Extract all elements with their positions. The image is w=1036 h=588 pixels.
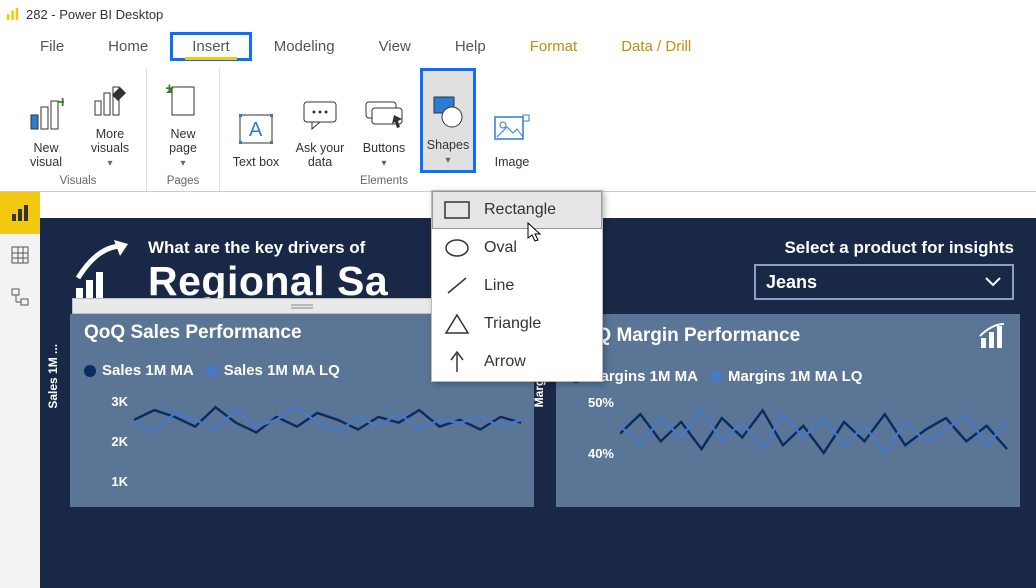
new-page-icon: + xyxy=(166,83,200,119)
label: Text box xyxy=(233,155,280,169)
line-icon xyxy=(444,275,470,297)
triangle-icon xyxy=(444,313,470,335)
chevron-down-icon: ▾ xyxy=(107,159,112,169)
chevron-down-icon: ▾ xyxy=(445,156,450,166)
menu-bar: File Home Insert Modeling View Help Form… xyxy=(0,28,1036,64)
image-button[interactable]: Image xyxy=(484,68,540,173)
text-box-button[interactable]: A Text box xyxy=(228,68,284,173)
menu-modeling[interactable]: Modeling xyxy=(252,32,357,61)
new-visual-button[interactable]: + New visual xyxy=(18,68,74,173)
window-title: 282 - Power BI Desktop xyxy=(26,7,163,22)
menu-insert[interactable]: Insert xyxy=(170,32,252,61)
arrow-chart-icon xyxy=(70,238,134,306)
chevron-down-icon: ▾ xyxy=(381,159,386,169)
ribbon-group-visuals: + New visual More visuals ▾ Visuals xyxy=(10,68,147,191)
grip-icon xyxy=(291,303,313,309)
chart-area: Sales 1M ... 3K2K1K xyxy=(70,381,534,501)
menu-view[interactable]: View xyxy=(357,32,433,61)
menu-format[interactable]: Format xyxy=(508,32,600,61)
ribbon: + New visual More visuals ▾ Visuals + Ne… xyxy=(0,64,1036,192)
bar-chart-icon xyxy=(10,203,30,223)
dropdown-value: Jeans xyxy=(766,272,817,293)
y-ticks: 50%40% xyxy=(582,387,614,507)
card-title: QoQ Sales Performance xyxy=(84,322,302,344)
y-axis-label: Sales 1M ... xyxy=(46,344,60,409)
buttons-button[interactable]: Buttons ▾ xyxy=(356,68,412,173)
button-icon xyxy=(364,99,404,131)
menu-help[interactable]: Help xyxy=(433,32,508,61)
chevron-down-icon xyxy=(984,276,1002,288)
chart-icon: + xyxy=(28,97,64,133)
legend: Margins 1M MA Margins 1M MA LQ xyxy=(556,358,1020,387)
report-view-button[interactable] xyxy=(0,192,40,234)
group-label: Pages xyxy=(167,173,200,191)
svg-text:+: + xyxy=(166,83,174,97)
group-label: Elements xyxy=(360,173,408,191)
shapes-dropdown-menu: Rectangle Oval Line Triangle Arrow xyxy=(431,190,603,382)
menu-home[interactable]: Home xyxy=(86,32,170,61)
shapes-arrow[interactable]: Arrow xyxy=(432,343,602,381)
left-rail xyxy=(0,192,40,588)
label: Buttons xyxy=(363,141,405,155)
ribbon-group-elements: A Text box Ask your data Buttons ▾ Shape… xyxy=(220,68,548,191)
image-icon xyxy=(493,113,531,145)
table-icon xyxy=(10,245,30,265)
line-chart xyxy=(134,381,522,478)
ask-your-data-button[interactable]: Ask your data xyxy=(292,68,348,173)
ribbon-group-pages: + New page ▾ Pages xyxy=(147,68,220,191)
select-label: Select a product for insights xyxy=(784,238,1014,258)
margin-card[interactable]: QoQ Margin Performance Margins 1M MA Mar… xyxy=(556,314,1020,507)
label: Image xyxy=(495,155,530,169)
label: Ask your data xyxy=(292,141,348,169)
label: Shapes xyxy=(427,138,469,152)
legend-dot xyxy=(710,371,722,383)
shapes-icon xyxy=(430,95,466,129)
legend-dot xyxy=(206,365,218,377)
shapes-triangle[interactable]: Triangle xyxy=(432,305,602,343)
product-dropdown[interactable]: Jeans xyxy=(754,264,1014,300)
speech-icon xyxy=(302,99,338,131)
model-view-button[interactable] xyxy=(0,276,40,318)
arrow-icon xyxy=(444,351,470,373)
title-bar: 282 - Power BI Desktop xyxy=(0,0,1036,28)
chart-area: Margins 1M ... 50%40% xyxy=(556,387,1020,507)
textbox-icon: A xyxy=(238,112,274,146)
chart-pen-icon xyxy=(92,83,128,119)
data-view-button[interactable] xyxy=(0,234,40,276)
model-icon xyxy=(10,287,30,307)
label: New page xyxy=(155,127,211,155)
shapes-button[interactable]: Shapes ▾ xyxy=(420,68,476,173)
more-visuals-button[interactable]: More visuals ▾ xyxy=(82,68,138,173)
svg-text:A: A xyxy=(249,119,263,141)
shapes-line[interactable]: Line xyxy=(432,267,602,305)
group-label: Visuals xyxy=(60,173,97,191)
new-page-button[interactable]: + New page ▾ xyxy=(155,68,211,173)
cursor-icon xyxy=(527,222,545,244)
card-title: QoQ Margin Performance xyxy=(570,325,800,347)
legend-dot xyxy=(84,365,96,377)
shapes-oval[interactable]: Oval xyxy=(432,229,602,267)
line-chart xyxy=(620,387,1008,484)
menu-file[interactable]: File xyxy=(18,32,86,61)
y-ticks: 3K2K1K xyxy=(96,381,128,501)
svg-text:+: + xyxy=(58,97,64,111)
shapes-rectangle[interactable]: Rectangle xyxy=(432,191,602,229)
label: More visuals xyxy=(82,127,138,155)
rectangle-icon xyxy=(444,199,470,221)
chevron-down-icon: ▾ xyxy=(180,159,185,169)
app-icon xyxy=(6,7,20,21)
label: New visual xyxy=(18,141,74,169)
bar-chart-icon xyxy=(978,322,1006,350)
oval-icon xyxy=(444,237,470,259)
menu-datadrill[interactable]: Data / Drill xyxy=(599,32,713,61)
